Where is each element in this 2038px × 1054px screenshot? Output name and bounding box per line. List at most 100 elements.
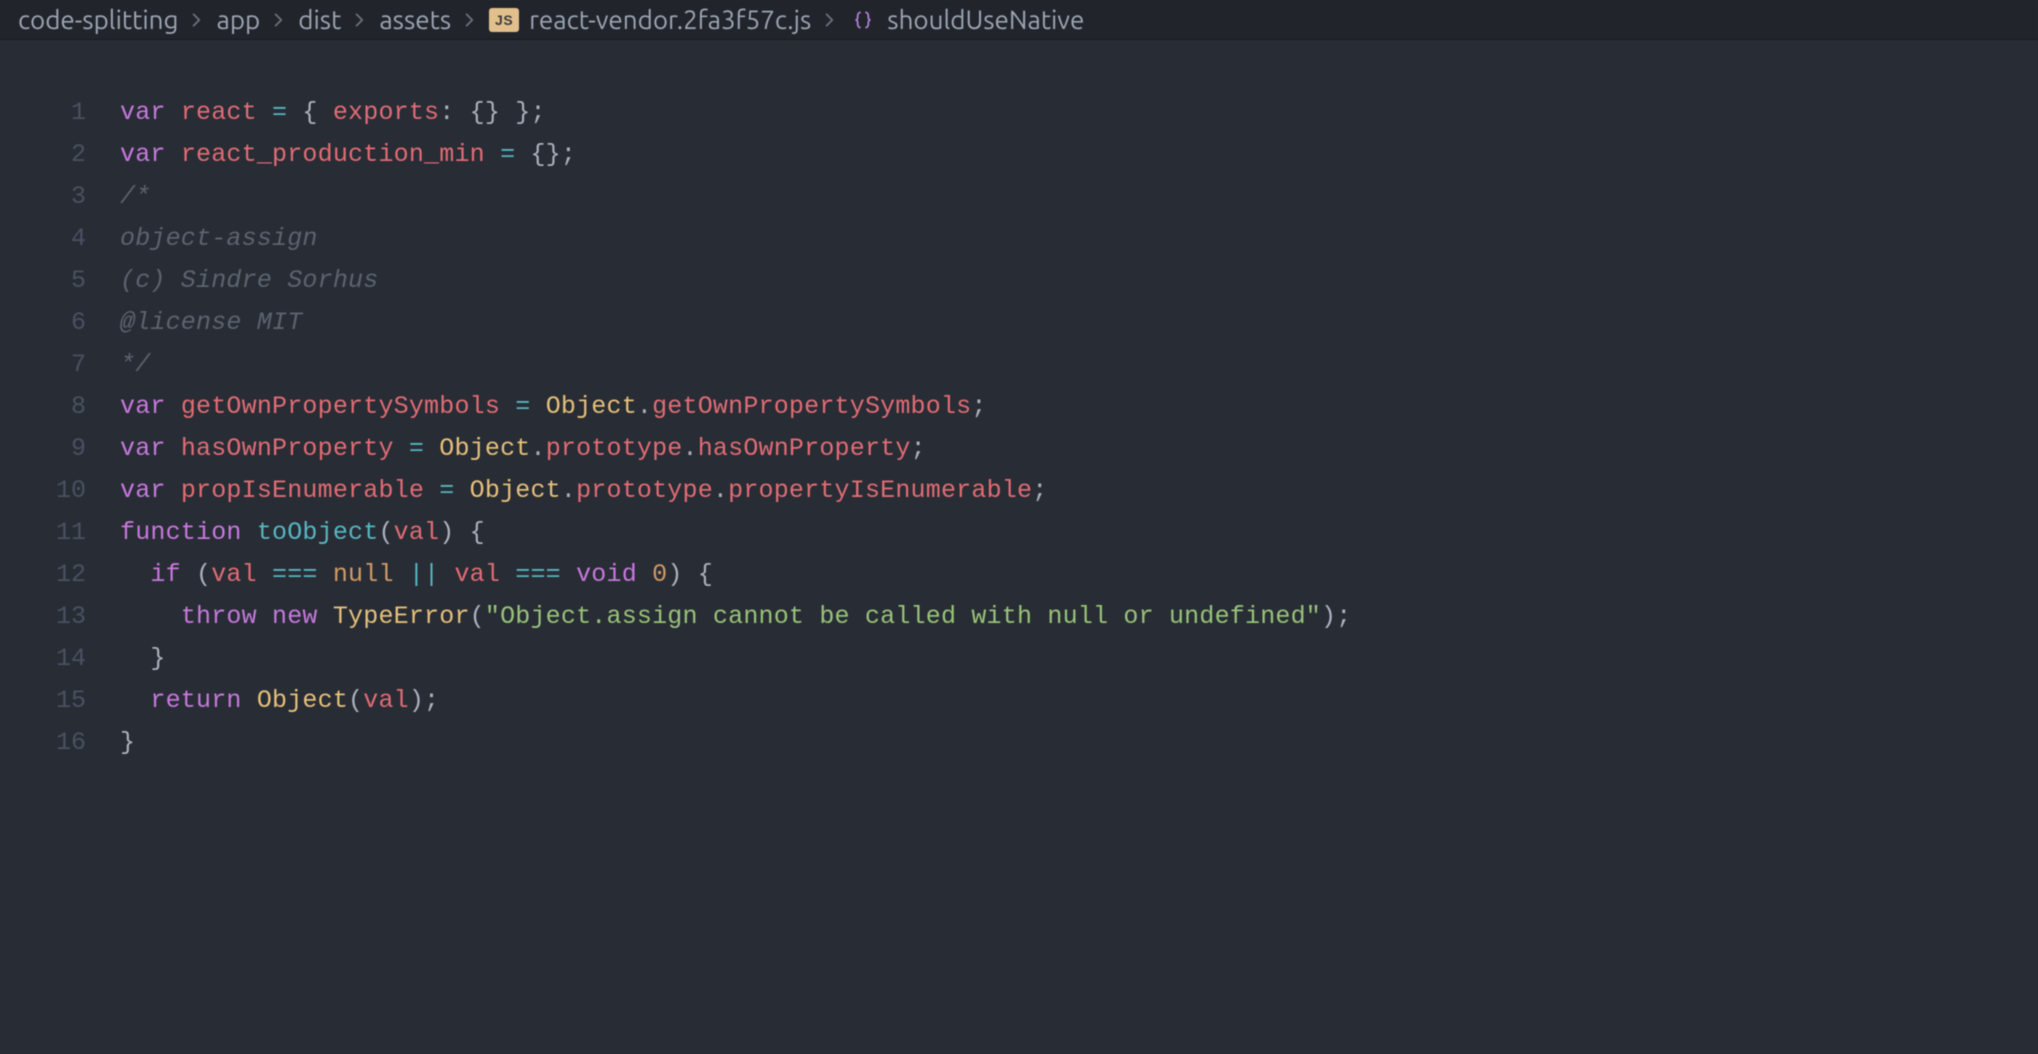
breadcrumb-item-file[interactable]: JS react-vendor.2fa3f57c.js: [485, 5, 815, 34]
code-line[interactable]: return Object(val);: [120, 680, 2038, 722]
token-nm: 0: [652, 560, 667, 589]
token-pn: [166, 140, 181, 169]
token-pn: [424, 434, 439, 463]
token-id2: Object: [257, 686, 348, 715]
token-pr: prototype: [576, 476, 713, 505]
token-pn: .: [637, 392, 652, 421]
token-pn: ;: [1032, 476, 1047, 505]
breadcrumb-label: code-splitting: [18, 5, 178, 34]
js-file-icon: JS: [489, 8, 519, 32]
code-line[interactable]: @license MIT: [120, 302, 2038, 344]
token-op: =: [409, 434, 424, 463]
code-line[interactable]: */: [120, 344, 2038, 386]
code-line[interactable]: var react_production_min = {};: [120, 134, 2038, 176]
breadcrumb-item-folder[interactable]: dist: [294, 5, 345, 34]
line-number: 13: [0, 596, 86, 638]
token-kw: if: [150, 560, 180, 589]
line-number: 6: [0, 302, 86, 344]
token-pn: [166, 434, 181, 463]
token-pn: );: [409, 686, 439, 715]
line-number: 10: [0, 470, 86, 512]
token-id2: Object: [470, 476, 561, 505]
code-line[interactable]: /*: [120, 176, 2038, 218]
line-number: 14: [0, 638, 86, 680]
token-pn: [500, 392, 515, 421]
code-line[interactable]: }: [120, 722, 2038, 764]
token-pn: [242, 518, 257, 547]
token-pn: [166, 476, 181, 505]
token-id2: Object: [546, 392, 637, 421]
token-pn: [318, 560, 333, 589]
token-kw: return: [150, 686, 241, 715]
token-pn: [500, 560, 515, 589]
token-pn: ) {: [667, 560, 713, 589]
code-line[interactable]: object-assign: [120, 218, 2038, 260]
breadcrumb-label: dist: [298, 5, 341, 34]
breadcrumb-item-folder[interactable]: app: [212, 5, 264, 34]
code-line[interactable]: var propIsEnumerable = Object.prototype.…: [120, 470, 2038, 512]
token-op: ===: [272, 560, 318, 589]
token-kw: throw: [181, 602, 257, 631]
token-nm: null: [333, 560, 394, 589]
breadcrumb-item-folder[interactable]: code-splitting: [14, 5, 182, 34]
token-id: val: [211, 560, 257, 589]
code-line[interactable]: var react = { exports: {} };: [120, 92, 2038, 134]
token-pn: [394, 560, 409, 589]
token-pn: [394, 434, 409, 463]
token-kw: var: [120, 434, 166, 463]
token-pn: ) {: [439, 518, 485, 547]
token-pn: }: [120, 728, 135, 757]
token-cm: object-assign: [120, 224, 318, 253]
token-id: val: [454, 560, 500, 589]
token-pn: .: [713, 476, 728, 505]
line-number: 3: [0, 176, 86, 218]
breadcrumb-label: shouldUseNative: [887, 5, 1084, 34]
code-line[interactable]: var hasOwnProperty = Object.prototype.ha…: [120, 428, 2038, 470]
line-number: 16: [0, 722, 86, 764]
token-cm: */: [120, 350, 150, 379]
code-content[interactable]: var react = { exports: {} };var react_pr…: [120, 92, 2038, 1054]
token-pn: : {} };: [439, 98, 545, 127]
code-line[interactable]: }: [120, 638, 2038, 680]
token-op: =: [439, 476, 454, 505]
token-id: hasOwnProperty: [181, 434, 394, 463]
token-id: getOwnPropertySymbols: [181, 392, 500, 421]
breadcrumb-item-symbol[interactable]: shouldUseNative: [845, 5, 1088, 34]
line-number: 2: [0, 134, 86, 176]
code-editor[interactable]: 12345678910111213141516 var react = { ex…: [0, 40, 2038, 1054]
token-pn: (: [181, 560, 211, 589]
code-line[interactable]: var getOwnPropertySymbols = Object.getOw…: [120, 386, 2038, 428]
token-pn: [120, 560, 150, 589]
token-pn: [637, 560, 652, 589]
token-kw: var: [120, 392, 166, 421]
code-line[interactable]: throw new TypeError("Object.assign canno…: [120, 596, 2038, 638]
breadcrumb-item-folder[interactable]: assets: [375, 5, 455, 34]
token-pn: );: [1321, 602, 1351, 631]
code-line[interactable]: (c) Sindre Sorhus: [120, 260, 2038, 302]
chevron-right-icon: [815, 11, 845, 29]
token-id: react_production_min: [181, 140, 485, 169]
function-symbol-icon: [849, 6, 877, 34]
token-pr: exports: [333, 98, 439, 127]
breadcrumb: code-splitting app dist assets JS react-…: [0, 0, 2038, 40]
code-line[interactable]: if (val === null || val === void 0) {: [120, 554, 2038, 596]
token-kw: var: [120, 140, 166, 169]
line-number: 11: [0, 512, 86, 554]
token-pn: [257, 560, 272, 589]
token-pn: {};: [515, 140, 576, 169]
token-pn: (: [348, 686, 363, 715]
token-pr: prototype: [546, 434, 683, 463]
token-pn: [424, 476, 439, 505]
chevron-right-icon: [182, 11, 212, 29]
token-pn: ;: [971, 392, 986, 421]
code-line[interactable]: function toObject(val) {: [120, 512, 2038, 554]
token-id2: TypeError: [333, 602, 470, 631]
token-op: =: [500, 140, 515, 169]
token-pn: (: [378, 518, 393, 547]
token-pn: [166, 98, 181, 127]
token-pn: [561, 560, 576, 589]
token-id: val: [394, 518, 440, 547]
line-number: 1: [0, 92, 86, 134]
token-id: val: [363, 686, 409, 715]
token-pn: .: [683, 434, 698, 463]
